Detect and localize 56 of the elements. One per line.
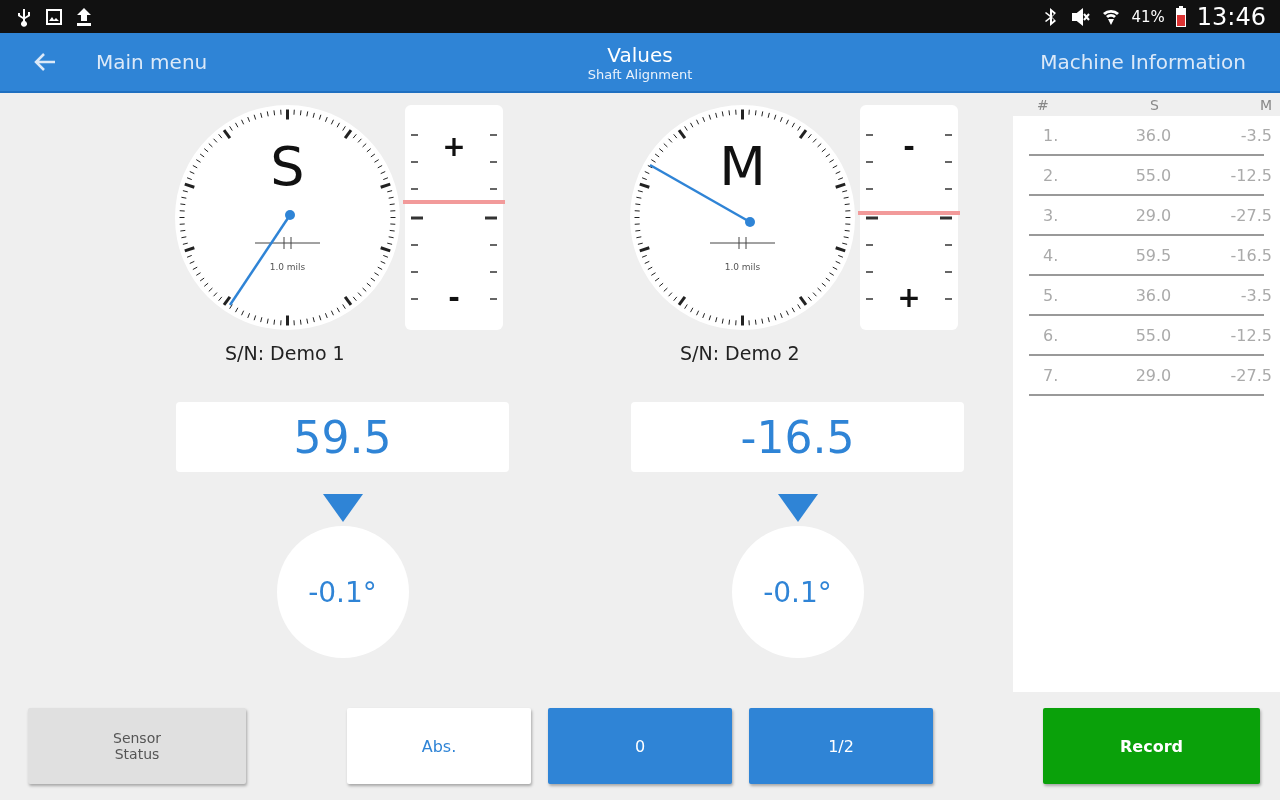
table-cell-text: -3.5	[1239, 285, 1272, 305]
upload-icon	[74, 6, 94, 27]
table-cell-text: 29.0	[1134, 365, 1173, 385]
scale-unit-label: 1.0 mils	[723, 262, 762, 272]
table-cell-text: 3.	[1043, 205, 1060, 225]
table-cell-text: 2.	[1043, 165, 1060, 185]
column-header: #	[1037, 96, 1050, 113]
scale-unit-label: 1.0 mils	[268, 262, 307, 272]
column-header: M	[1258, 96, 1272, 113]
mode-button[interactable]: 1/2	[749, 708, 933, 784]
table-cell-text: 59.5	[1134, 245, 1173, 265]
table-cell-text: 7.	[1043, 365, 1060, 385]
serial-number: S/N: Demo 2	[679, 342, 800, 364]
sensor-letter: S	[269, 135, 306, 198]
table-cell-text: -27.5	[1229, 365, 1272, 385]
image-icon	[44, 6, 64, 27]
sensor-letter: M	[718, 135, 767, 198]
record-button[interactable]: Record	[1043, 708, 1260, 784]
main-menu-link[interactable]: Main menu	[96, 50, 208, 74]
angle-reading: -0.1°	[731, 526, 864, 658]
table-cell-text: -16.5	[1229, 245, 1272, 265]
battery-percent: 41%	[1131, 7, 1165, 26]
table-cell-text: 36.0	[1134, 125, 1173, 145]
mode-button[interactable]: 0	[548, 708, 732, 784]
column-header: S	[1149, 96, 1160, 113]
table-cell-text: 29.0	[1134, 205, 1173, 225]
reading-value: -16.5	[631, 402, 964, 472]
machine-information-link[interactable]: Machine Information	[1040, 50, 1246, 74]
table-cell-text: 5.	[1043, 285, 1060, 305]
table-cell-text: -12.5	[1229, 325, 1272, 345]
clock-time: 13:46	[1196, 2, 1266, 31]
scale-bottom-sign: -	[448, 284, 460, 312]
sensor-status-button[interactable]: Sensor Status	[28, 708, 246, 784]
down-triangle-icon	[322, 494, 363, 522]
table-cell-text: 55.0	[1134, 165, 1173, 185]
mute-icon	[1071, 6, 1092, 27]
table-cell-text: -3.5	[1239, 125, 1272, 145]
scale-bottom-sign: +	[897, 284, 921, 312]
battery-icon	[1174, 5, 1187, 28]
table-cell-text: -27.5	[1229, 205, 1272, 225]
reading-value: 59.5	[176, 402, 509, 472]
table-cell-text: 1.	[1043, 125, 1060, 145]
table-cell-text: 6.	[1043, 325, 1060, 345]
angle-reading: -0.1°	[276, 526, 409, 658]
table-cell-text: 55.0	[1134, 325, 1173, 345]
scale-top-sign: -	[903, 133, 915, 161]
screen-title: Values	[607, 42, 673, 67]
table-cell-text: -12.5	[1229, 165, 1272, 185]
down-triangle-icon	[777, 494, 818, 522]
serial-number: S/N: Demo 1	[224, 342, 345, 364]
back-arrow-icon[interactable]	[34, 52, 56, 72]
screen-subtitle: Shaft Alignment	[587, 66, 693, 82]
scale-top-sign: +	[442, 133, 466, 161]
table-cell-text: 36.0	[1134, 285, 1173, 305]
mode-button[interactable]: Abs.	[347, 708, 531, 784]
table-cell-text: 4.	[1043, 245, 1060, 265]
